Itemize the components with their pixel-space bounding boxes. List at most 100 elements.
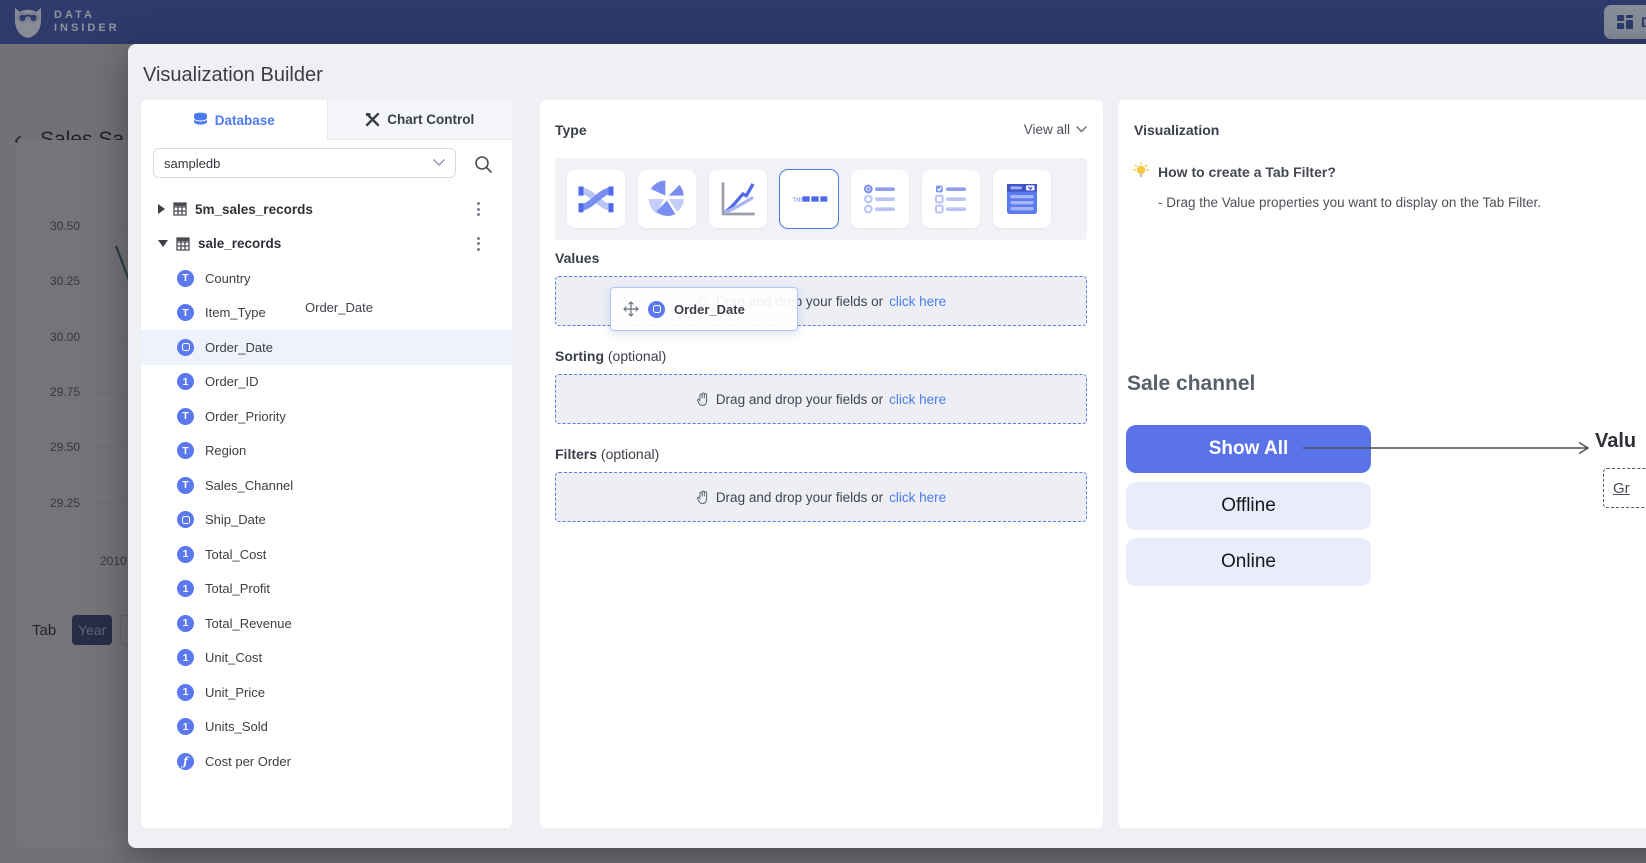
- chart-type-dropdown-table[interactable]: [993, 170, 1051, 228]
- chart-type-strip: Tab: [555, 158, 1087, 240]
- field-label: Country: [205, 271, 251, 286]
- svg-text:Tab: Tab: [792, 198, 802, 204]
- annotation-dashed-box: Gr: [1603, 468, 1646, 508]
- hand-icon: [696, 490, 710, 505]
- number-type-icon: 1: [177, 546, 194, 563]
- field-sales-channel[interactable]: T Sales_Channel: [141, 468, 512, 503]
- dropzone-click-here-link[interactable]: click here: [889, 490, 946, 505]
- field-total-profit[interactable]: 1 Total_Profit: [141, 572, 512, 607]
- visualization-panel-label: Visualization: [1134, 122, 1219, 138]
- dropzone-click-here-link[interactable]: click here: [889, 392, 946, 407]
- chart-type-checkbox-list[interactable]: [922, 170, 980, 228]
- brand-line1: DATA: [54, 9, 120, 22]
- view-all-button[interactable]: View all: [1024, 122, 1087, 137]
- type-section-label: Type: [555, 122, 587, 138]
- chart-type-radio-list[interactable]: [851, 170, 909, 228]
- text-type-icon: T: [177, 304, 194, 321]
- tree-table-5m-sales-records[interactable]: 5m_sales_records: [141, 192, 512, 227]
- field-ship-date[interactable]: Ship_Date: [141, 503, 512, 538]
- owl-logo-icon: [12, 4, 44, 40]
- dropdown-table-icon: [1002, 179, 1042, 219]
- collapse-caret-icon[interactable]: [158, 240, 168, 247]
- field-unit-price[interactable]: 1Unit_Price: [141, 675, 512, 710]
- panel-tabs: Database Chart Control: [141, 100, 512, 140]
- search-icon: [474, 155, 493, 174]
- modal-title: Visualization Builder: [143, 64, 323, 87]
- field-label: Order_Priority: [205, 409, 286, 424]
- number-type-icon: 1: [177, 580, 194, 597]
- text-type-icon: T: [177, 408, 194, 425]
- chart-type-line[interactable]: [709, 170, 767, 228]
- tab-chart-control[interactable]: Chart Control: [327, 100, 513, 140]
- annotation-link[interactable]: Gr: [1613, 480, 1630, 497]
- annotation-heading: Valu: [1595, 430, 1636, 453]
- field-order-id[interactable]: 1Order_ID: [141, 365, 512, 400]
- chart-type-pie[interactable]: [638, 170, 696, 228]
- field-unit-cost[interactable]: 1Unit_Cost: [141, 641, 512, 676]
- chart-type-sankey[interactable]: [567, 170, 625, 228]
- hand-icon: [696, 392, 710, 407]
- field-order-date[interactable]: Order_Date: [141, 330, 512, 365]
- field-region[interactable]: TRegion: [141, 434, 512, 469]
- chevron-down-icon: [1076, 126, 1087, 133]
- table-label: 5m_sales_records: [195, 202, 313, 217]
- field-label: Total_Profit: [205, 581, 270, 596]
- dropzone-click-here-link[interactable]: click here: [889, 294, 946, 309]
- date-type-icon: [177, 339, 194, 356]
- field-label: Total_Revenue: [205, 616, 292, 631]
- text-type-icon: T: [177, 477, 194, 494]
- field-label: Order_ID: [205, 374, 258, 389]
- visualization-builder-modal: Visualization Builder Database: [128, 44, 1646, 848]
- table-icon: [173, 202, 187, 216]
- chart-type-tab-filter[interactable]: Tab: [780, 170, 838, 228]
- pie-chart-icon: [647, 179, 687, 219]
- field-cost-per-order[interactable]: ƒCost per Order: [141, 744, 512, 779]
- brand-line2: INSIDER: [54, 22, 120, 35]
- database-select[interactable]: sampledb: [153, 148, 456, 178]
- function-type-icon: ƒ: [177, 753, 194, 770]
- drag-chip-label: Order_Date: [674, 302, 745, 317]
- filters-dropzone[interactable]: Drag and drop your fields or click here: [555, 472, 1087, 522]
- tree-table-sale-records[interactable]: sale_records: [141, 227, 512, 262]
- annotation-arrow-icon: [1303, 440, 1593, 456]
- checkbox-list-icon: [931, 179, 971, 219]
- kebab-icon[interactable]: [471, 235, 485, 253]
- dropzone-text: Drag and drop your fields or: [716, 490, 883, 505]
- tab-option-online[interactable]: Online: [1126, 538, 1371, 586]
- field-label: Ship_Date: [205, 512, 266, 527]
- drag-ghost-source-label: Order_Date: [305, 300, 373, 315]
- kebab-icon[interactable]: [471, 200, 485, 218]
- dashboard-button-label: D: [1641, 14, 1646, 30]
- tip-body: - Drag the Value properties you want to …: [1158, 195, 1541, 210]
- radio-list-icon: [860, 179, 900, 219]
- field-country[interactable]: TCountry: [141, 261, 512, 296]
- field-label: Item_Type: [205, 305, 266, 320]
- search-button[interactable]: [471, 152, 495, 176]
- field-label: Units_Sold: [205, 719, 268, 734]
- number-type-icon: 1: [177, 649, 194, 666]
- tab-database[interactable]: Database: [141, 100, 327, 140]
- dropzone-text: Drag and drop your fields or: [716, 392, 883, 407]
- field-total-revenue[interactable]: 1 Total_Revenue: [141, 606, 512, 641]
- sorting-dropzone[interactable]: Drag and drop your fields or click here: [555, 374, 1087, 424]
- chevron-down-icon: [433, 159, 445, 167]
- table-icon: [176, 237, 190, 251]
- tab-chart-control-label: Chart Control: [387, 112, 474, 127]
- table-label: sale_records: [198, 236, 281, 251]
- filters-section-label: Filters (optional): [555, 446, 659, 462]
- field-label: Sales_Channel: [205, 478, 293, 493]
- date-type-icon: [177, 511, 194, 528]
- bulb-icon: [1132, 162, 1150, 181]
- dashboard-button[interactable]: D: [1604, 5, 1646, 39]
- sankey-icon: [576, 179, 616, 219]
- tab-option-offline[interactable]: Offline: [1126, 482, 1371, 530]
- tools-icon: [365, 112, 380, 127]
- number-type-icon: 1: [177, 615, 194, 632]
- field-total-cost[interactable]: 1Total_Cost: [141, 537, 512, 572]
- field-units-sold[interactable]: 1Units_Sold: [141, 710, 512, 745]
- move-icon: [623, 301, 639, 317]
- drag-chip-order-date[interactable]: Order_Date: [610, 287, 798, 331]
- field-order-priority[interactable]: T Order_Priority: [141, 399, 512, 434]
- view-all-label: View all: [1024, 122, 1070, 137]
- expand-caret-icon[interactable]: [158, 204, 165, 214]
